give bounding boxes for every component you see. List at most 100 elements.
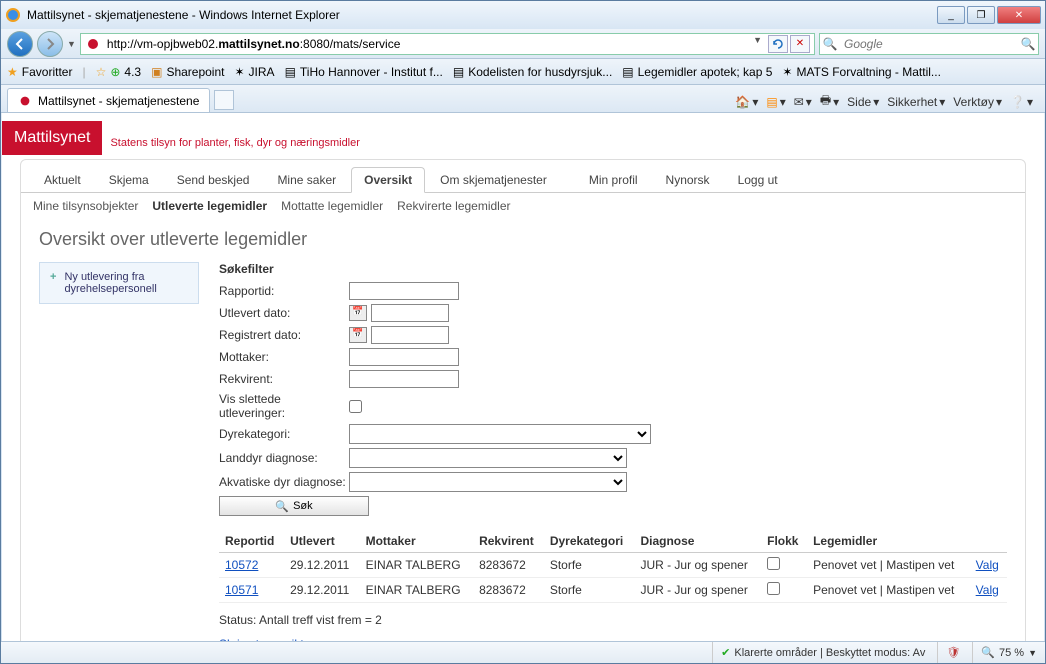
label-landdyr-diagnose: Landdyr diagnose: (219, 451, 349, 465)
stop-button[interactable]: ✕ (790, 35, 810, 53)
fav-link-4[interactable]: ▤Kodelisten for husdyrsjuk... (453, 65, 612, 79)
input-rekvirent[interactable] (349, 370, 459, 388)
th-flokk[interactable]: Flokk (761, 530, 807, 553)
viewport: Mattilsynet Statens tilsyn for planter, … (2, 113, 1044, 641)
th-actions (970, 530, 1007, 553)
refresh-button[interactable] (768, 35, 788, 53)
select-akvatiske-diagnose[interactable] (349, 472, 627, 492)
subtab-rekvirerte-legemidler[interactable]: Rekvirerte legemidler (397, 199, 510, 213)
forward-button[interactable] (37, 31, 63, 57)
tab-nynorsk[interactable]: Nynorsk (653, 167, 723, 192)
tab-send-beskjed[interactable]: Send beskjed (164, 167, 263, 192)
help-icon: ❔ (1010, 95, 1025, 109)
input-registrert-dato[interactable] (371, 326, 449, 344)
tab-min-profil[interactable]: Min profil (576, 167, 651, 192)
tab-logg-ut[interactable]: Logg ut (725, 167, 791, 192)
address-bar[interactable]: http://vm-opjbweb02.mattilsynet.no:8080/… (80, 33, 815, 55)
rss-icon: ▤ (766, 95, 777, 109)
cell-flokk (761, 553, 807, 578)
reportid-link[interactable]: 10571 (225, 583, 258, 597)
tab-aktuelt[interactable]: Aktuelt (31, 167, 94, 192)
protected-mode-icon[interactable]: 🛡 (937, 642, 960, 663)
label-mottaker: Mottaker: (219, 350, 349, 364)
site-logo[interactable]: Mattilsynet (2, 121, 102, 155)
search-button[interactable]: 🔍 Søk (219, 496, 369, 516)
valg-link[interactable]: Valg (976, 583, 999, 597)
search-input[interactable] (840, 35, 1018, 53)
fav-link-0[interactable]: ☆⊕4.3 (96, 65, 142, 79)
input-utlevert-dato[interactable] (371, 304, 449, 322)
maximize-button[interactable]: ❐ (967, 6, 995, 24)
select-landdyr-diagnose[interactable] (349, 448, 627, 468)
home-button[interactable]: 🏠▾ (735, 95, 758, 109)
chevron-down-icon[interactable]: ▼ (67, 39, 76, 49)
tab-skjema[interactable]: Skjema (96, 167, 162, 192)
th-utlevert[interactable]: Utlevert (284, 530, 360, 553)
search-go-icon[interactable]: 🔍 (1018, 37, 1038, 51)
cell-legemidler: Penovet vet | Mastipen vet (807, 553, 970, 578)
back-button[interactable] (7, 31, 33, 57)
flokk-checkbox[interactable] (767, 557, 780, 570)
tab-mine-saker[interactable]: Mine saker (264, 167, 349, 192)
tab-om-skjematjenester[interactable]: Om skjematjenester (427, 167, 560, 192)
fav-link-5[interactable]: ▤Legemidler apotek; kap 5 (622, 65, 772, 79)
subtab-mine-tilsynsobjekter[interactable]: Mine tilsynsobjekter (33, 199, 138, 213)
ie-icon (5, 7, 21, 23)
zoom-control[interactable]: 🔍 75 % ▼ (972, 642, 1037, 663)
fav-link-1[interactable]: ▣Sharepoint (151, 65, 224, 79)
subtab-utleverte-legemidler[interactable]: Utleverte legemidler (152, 199, 267, 213)
search-box[interactable]: 🔍 🔍 (819, 33, 1039, 55)
flokk-checkbox[interactable] (767, 582, 780, 595)
mail-button[interactable]: ✉▾ (794, 95, 812, 109)
label-rapportid: Rapportid: (219, 284, 349, 298)
valg-link[interactable]: Valg (976, 558, 999, 572)
new-delivery-button[interactable]: + Ny utlevering fra dyrehelsepersonell (39, 262, 199, 304)
tools-menu[interactable]: Verktøy ▾ (953, 95, 1002, 109)
magnify-icon: 🔍 (275, 500, 289, 513)
table-row: 1057129.12.2011EINAR TALBERG8283672Storf… (219, 578, 1007, 603)
reportid-link[interactable]: 10572 (225, 558, 258, 572)
th-rekvirent[interactable]: Rekvirent (473, 530, 544, 553)
fav-link-6[interactable]: ✶MATS Forvaltning - Mattil... (782, 65, 941, 79)
page-menu[interactable]: Side ▾ (847, 95, 879, 109)
input-mottaker[interactable] (349, 348, 459, 366)
th-mottaker[interactable]: Mottaker (360, 530, 473, 553)
cell-utlevert: 29.12.2011 (284, 578, 360, 603)
chevron-down-icon: ▼ (1028, 648, 1037, 658)
feeds-button[interactable]: ▤▾ (766, 95, 785, 109)
favorites-button[interactable]: ★Favoritter (7, 65, 72, 79)
calendar-icon[interactable]: 📅 (349, 327, 367, 343)
cell-mottaker: EINAR TALBERG (360, 553, 473, 578)
print-button[interactable]: 🖶▾ (820, 91, 839, 112)
select-dyrekategori[interactable] (349, 424, 651, 444)
tab-oversikt[interactable]: Oversikt (351, 167, 425, 193)
page-icon: ▤ (285, 65, 296, 79)
label-utlevert-dato: Utlevert dato: (219, 306, 349, 320)
minimize-button[interactable]: _ (937, 6, 965, 24)
cell-mottaker: EINAR TALBERG (360, 578, 473, 603)
th-dyrekategori[interactable]: Dyrekategori (544, 530, 635, 553)
help-button[interactable]: ❔▾ (1010, 95, 1033, 109)
security-zone[interactable]: ✔ Klarerte områder | Beskyttet modus: Av (712, 642, 925, 663)
dropdown-icon[interactable]: ▼ (749, 35, 766, 53)
address-text[interactable]: http://vm-opjbweb02.mattilsynet.no:8080/… (105, 35, 745, 53)
fav-link-2[interactable]: ✶JIRA (234, 65, 274, 79)
fav-link-3[interactable]: ▤TiHo Hannover - Institut f... (285, 65, 443, 79)
page-title: Oversikt over utleverte legemidler (39, 229, 1007, 250)
checkbox-vis-slettede[interactable] (349, 400, 362, 413)
close-button[interactable]: ✕ (997, 6, 1041, 24)
favorites-bar: ★Favoritter | ☆⊕4.3 ▣Sharepoint ✶JIRA ▤T… (1, 59, 1045, 85)
cell-dyrekategori: Storfe (544, 578, 635, 603)
new-tab-button[interactable] (214, 90, 234, 110)
mail-icon: ✉ (794, 95, 804, 109)
subtab-mottatte-legemidler[interactable]: Mottatte legemidler (281, 199, 383, 213)
browser-tab[interactable]: Mattilsynet - skjematjenestene (7, 88, 210, 112)
th-reportid[interactable]: Reportid (219, 530, 284, 553)
safety-menu[interactable]: Sikkerhet ▾ (887, 95, 945, 109)
home-icon: 🏠 (735, 95, 750, 109)
th-legemidler[interactable]: Legemidler (807, 530, 970, 553)
input-rapportid[interactable] (349, 282, 459, 300)
th-diagnose[interactable]: Diagnose (634, 530, 761, 553)
cell-dyrekategori: Storfe (544, 553, 635, 578)
calendar-icon[interactable]: 📅 (349, 305, 367, 321)
